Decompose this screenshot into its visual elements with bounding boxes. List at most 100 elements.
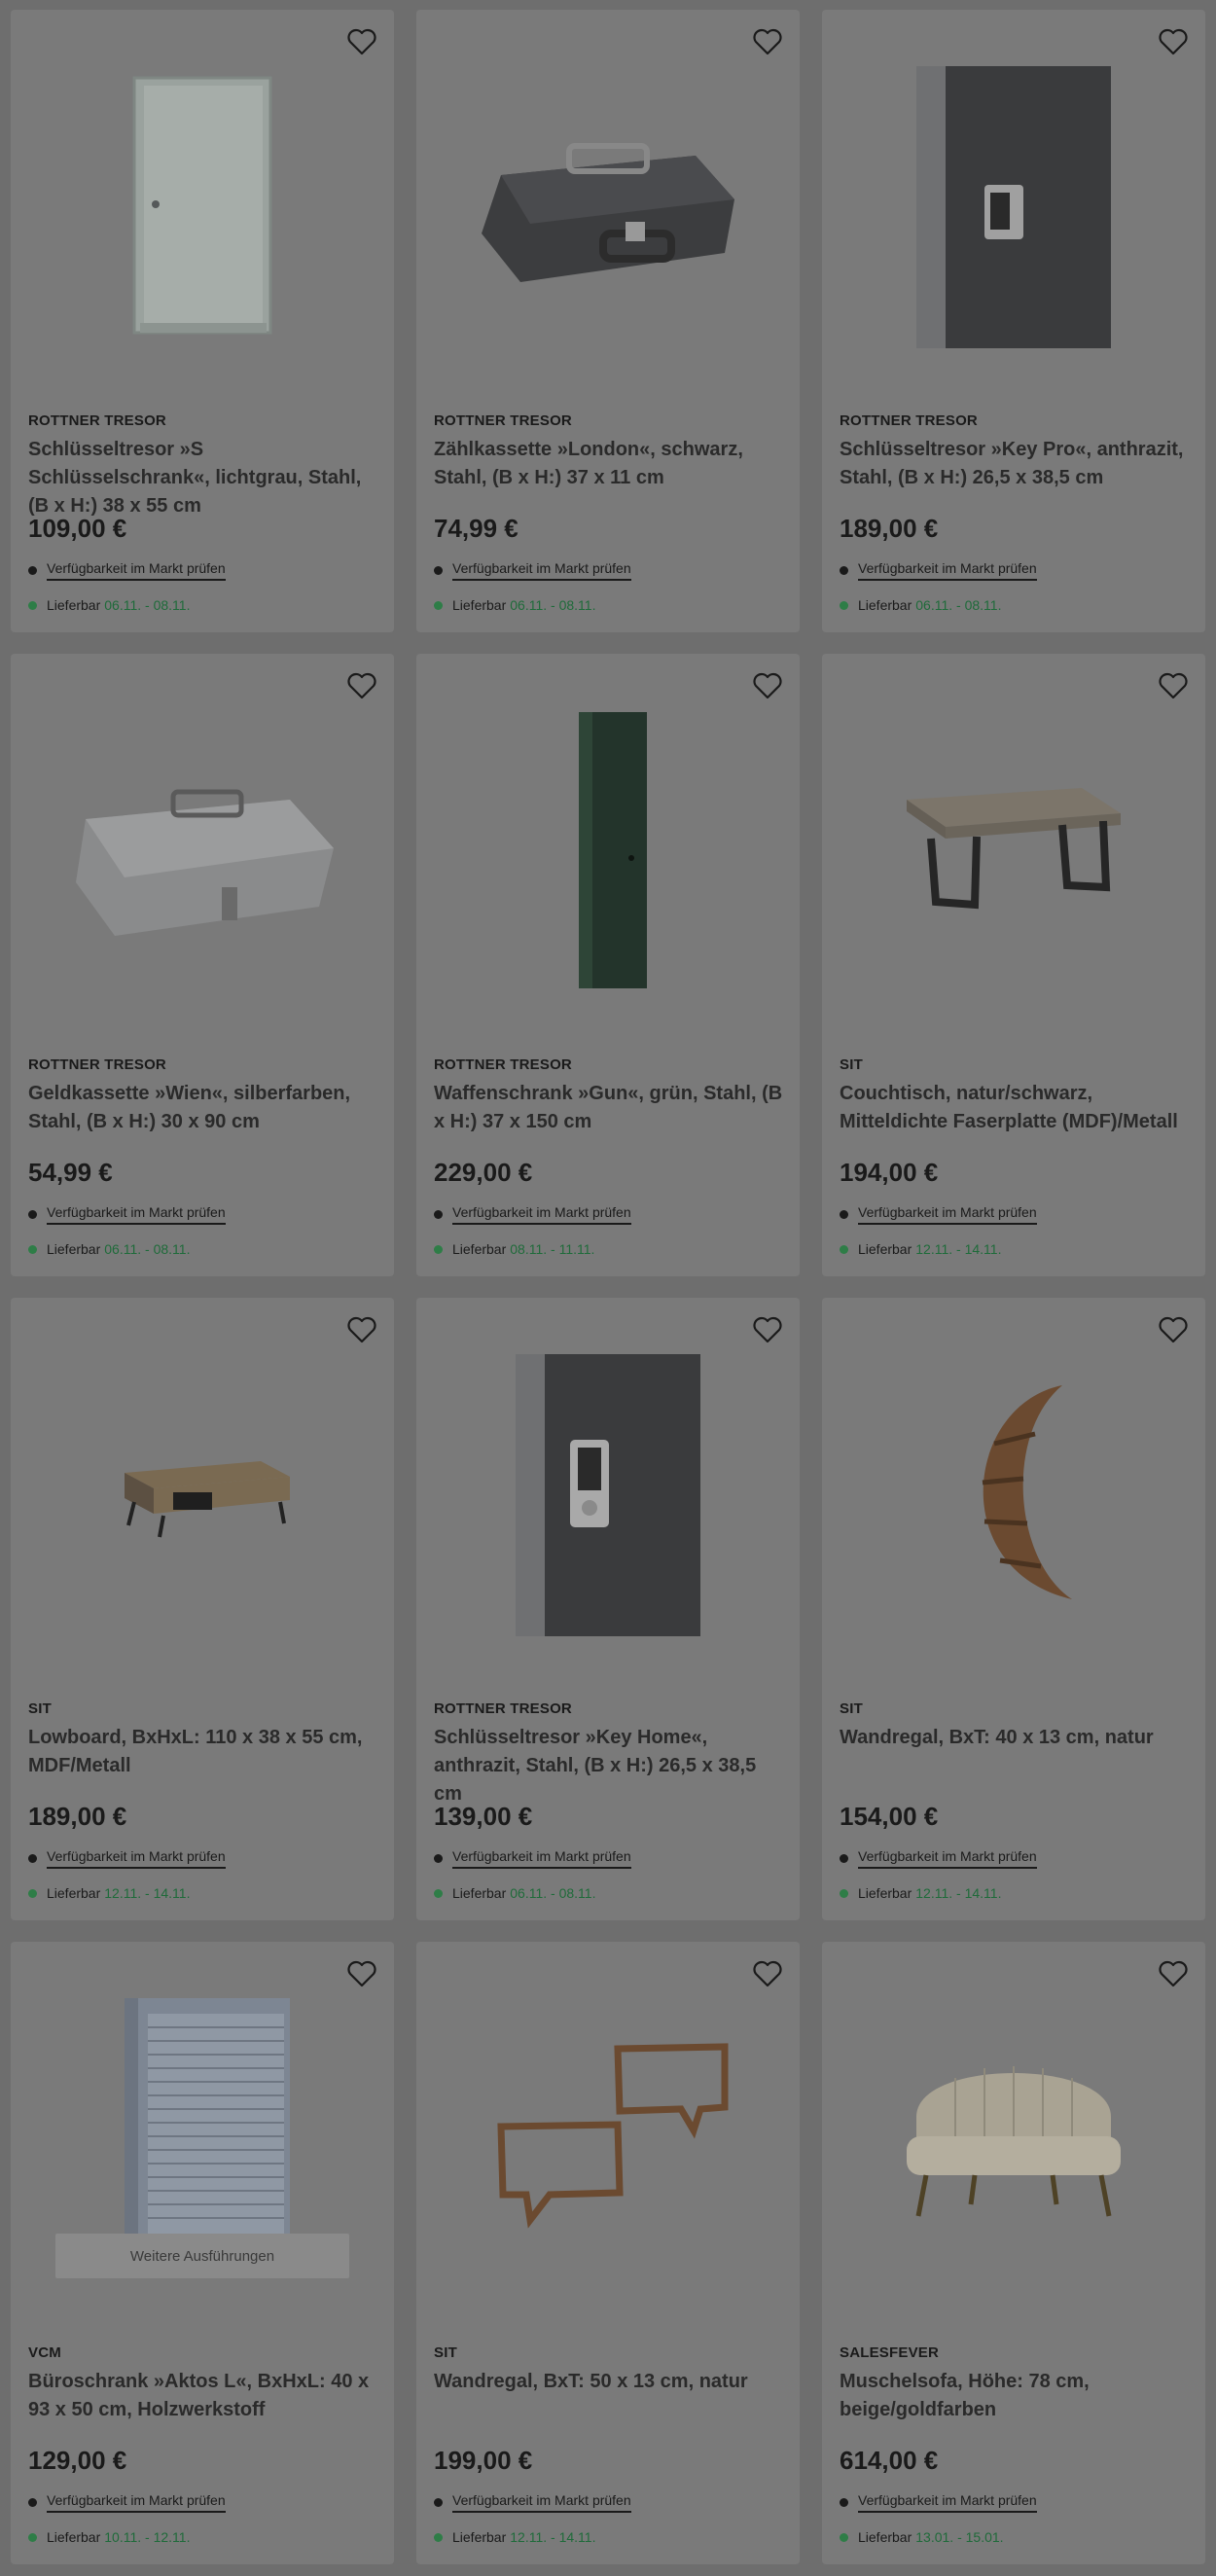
product-image[interactable] xyxy=(416,10,800,399)
delivery-label: Lieferbar xyxy=(47,1241,101,1257)
product-image[interactable] xyxy=(416,654,800,1043)
product-brand: ROTTNER TRESOR xyxy=(434,412,572,429)
product-card[interactable]: ROTTNER TRESOR Schlüsseltresor »Key Pro«… xyxy=(822,10,1205,632)
delivery-info: Lieferbar 08.11. - 11.11. xyxy=(434,1241,594,1257)
availability-link[interactable]: Verfügbarkeit im Markt prüfen xyxy=(47,560,226,581)
product-card[interactable]: SIT Lowboard, BxHxL: 110 x 38 x 55 cm, M… xyxy=(11,1298,394,1920)
product-card[interactable]: ROTTNER TRESOR Schlüsseltresor »Key Home… xyxy=(416,1298,800,1920)
availability-link[interactable]: Verfügbarkeit im Markt prüfen xyxy=(452,1204,631,1225)
bullet-icon xyxy=(434,1210,443,1219)
availability-check[interactable]: Verfügbarkeit im Markt prüfen xyxy=(434,1204,631,1225)
product-image[interactable] xyxy=(11,1298,394,1687)
product-card[interactable]: SALESFEVER Muschelsofa, Höhe: 78 cm, bei… xyxy=(822,1942,1205,2564)
delivery-status-icon xyxy=(28,600,37,610)
product-price: 139,00 € xyxy=(434,1802,533,1831)
delivery-label: Lieferbar xyxy=(452,597,507,613)
product-brand: ROTTNER TRESOR xyxy=(434,1056,572,1073)
product-image[interactable] xyxy=(11,654,394,1043)
product-title[interactable]: Geldkassette »Wien«, silberfarben, Stahl… xyxy=(28,1080,378,1136)
availability-link[interactable]: Verfügbarkeit im Markt prüfen xyxy=(858,1848,1037,1869)
availability-check[interactable]: Verfügbarkeit im Markt prüfen xyxy=(28,560,226,581)
product-image[interactable] xyxy=(416,1942,800,2331)
product-title[interactable]: Waffenschrank »Gun«, grün, Stahl, (B x H… xyxy=(434,1080,784,1136)
favorite-heart-icon[interactable] xyxy=(345,1313,378,1346)
product-image[interactable] xyxy=(416,1298,800,1687)
availability-check[interactable]: Verfügbarkeit im Markt prüfen xyxy=(28,1848,226,1869)
favorite-heart-icon[interactable] xyxy=(345,25,378,58)
delivery-status-icon xyxy=(434,2532,443,2542)
favorite-heart-icon[interactable] xyxy=(751,1313,784,1346)
more-variants-button[interactable]: Weitere Ausführungen xyxy=(55,2234,349,2278)
product-card[interactable]: ROTTNER TRESOR Schlüsseltresor »S Schlüs… xyxy=(11,10,394,632)
delivery-label: Lieferbar xyxy=(452,2529,507,2545)
availability-check[interactable]: Verfügbarkeit im Markt prüfen xyxy=(840,560,1037,581)
product-image[interactable] xyxy=(822,1298,1205,1687)
product-title[interactable]: Zählkassette »London«, schwarz, Stahl, (… xyxy=(434,436,784,492)
bullet-icon xyxy=(28,566,37,575)
product-card[interactable]: ROTTNER TRESOR Geldkassette »Wien«, silb… xyxy=(11,654,394,1276)
availability-link[interactable]: Verfügbarkeit im Markt prüfen xyxy=(858,2492,1037,2513)
product-image[interactable] xyxy=(822,10,1205,399)
favorite-heart-icon[interactable] xyxy=(1157,1313,1190,1346)
availability-check[interactable]: Verfügbarkeit im Markt prüfen xyxy=(840,2492,1037,2513)
availability-check[interactable]: Verfügbarkeit im Markt prüfen xyxy=(840,1204,1037,1225)
product-card[interactable]: SIT Wandregal, BxT: 50 x 13 cm, natur 19… xyxy=(416,1942,800,2564)
delivery-info: Lieferbar 12.11. - 14.11. xyxy=(28,1885,190,1901)
availability-check[interactable]: Verfügbarkeit im Markt prüfen xyxy=(840,1848,1037,1869)
product-price: 109,00 € xyxy=(28,514,127,543)
delivery-date: 06.11. - 08.11. xyxy=(104,1241,191,1257)
favorite-heart-icon[interactable] xyxy=(345,1957,378,1990)
product-title[interactable]: Büroschrank »Aktos L«, BxHxL: 40 x 93 x … xyxy=(28,2368,378,2424)
product-image[interactable] xyxy=(822,654,1205,1043)
delivery-status-icon xyxy=(434,1888,443,1898)
product-price: 189,00 € xyxy=(28,1802,127,1831)
product-card[interactable]: Weitere Ausführungen VCM Büroschrank »Ak… xyxy=(11,1942,394,2564)
availability-link[interactable]: Verfügbarkeit im Markt prüfen xyxy=(858,1204,1037,1225)
availability-check[interactable]: Verfügbarkeit im Markt prüfen xyxy=(434,1848,631,1869)
delivery-label: Lieferbar xyxy=(858,2529,912,2545)
product-card[interactable]: ROTTNER TRESOR Waffenschrank »Gun«, grün… xyxy=(416,654,800,1276)
product-price: 74,99 € xyxy=(434,514,519,543)
bullet-icon xyxy=(28,1210,37,1219)
key-safe-icon xyxy=(516,1354,700,1636)
availability-link[interactable]: Verfügbarkeit im Markt prüfen xyxy=(452,1848,631,1869)
favorite-heart-icon[interactable] xyxy=(345,669,378,702)
product-title[interactable]: Schlüsseltresor »Key Home«, anthrazit, S… xyxy=(434,1724,784,1808)
product-title[interactable]: Schlüsseltresor »S Schlüsselschrank«, li… xyxy=(28,436,378,520)
product-title[interactable]: Wandregal, BxT: 50 x 13 cm, natur xyxy=(434,2368,784,2396)
availability-check[interactable]: Verfügbarkeit im Markt prüfen xyxy=(434,2492,631,2513)
product-card[interactable]: SIT Wandregal, BxT: 40 x 13 cm, natur 15… xyxy=(822,1298,1205,1920)
product-image[interactable] xyxy=(822,1942,1205,2331)
favorite-heart-icon[interactable] xyxy=(751,669,784,702)
product-title[interactable]: Muschelsofa, Höhe: 78 cm, beige/goldfarb… xyxy=(840,2368,1190,2424)
product-card[interactable]: ROTTNER TRESOR Zählkassette »London«, sc… xyxy=(416,10,800,632)
product-card[interactable]: SIT Couchtisch, natur/schwarz, Mitteldic… xyxy=(822,654,1205,1276)
product-title[interactable]: Couchtisch, natur/schwarz, Mitteldichte … xyxy=(840,1080,1190,1136)
product-brand: SIT xyxy=(840,1056,863,1073)
favorite-heart-icon[interactable] xyxy=(1157,25,1190,58)
moon-shelf-icon xyxy=(982,1385,1072,1599)
favorite-heart-icon[interactable] xyxy=(1157,1957,1190,1990)
availability-link[interactable]: Verfügbarkeit im Markt prüfen xyxy=(858,560,1037,581)
product-title[interactable]: Wandregal, BxT: 40 x 13 cm, natur xyxy=(840,1724,1190,1752)
availability-check[interactable]: Verfügbarkeit im Markt prüfen xyxy=(434,560,631,581)
availability-link[interactable]: Verfügbarkeit im Markt prüfen xyxy=(452,2492,631,2513)
cash-box-icon xyxy=(76,789,334,936)
availability-link[interactable]: Verfügbarkeit im Markt prüfen xyxy=(47,1848,226,1869)
favorite-heart-icon[interactable] xyxy=(1157,669,1190,702)
product-title[interactable]: Lowboard, BxHxL: 110 x 38 x 55 cm, MDF/M… xyxy=(28,1724,378,1780)
product-brand: SALESFEVER xyxy=(840,2344,940,2361)
delivery-date: 06.11. - 08.11. xyxy=(510,597,596,613)
product-image[interactable] xyxy=(11,10,394,399)
availability-link[interactable]: Verfügbarkeit im Markt prüfen xyxy=(47,2492,226,2513)
bullet-icon xyxy=(840,566,848,575)
product-title[interactable]: Schlüsseltresor »Key Pro«, anthrazit, St… xyxy=(840,436,1190,492)
delivery-status-icon xyxy=(28,1888,37,1898)
availability-check[interactable]: Verfügbarkeit im Markt prüfen xyxy=(28,2492,226,2513)
availability-link[interactable]: Verfügbarkeit im Markt prüfen xyxy=(47,1204,226,1225)
favorite-heart-icon[interactable] xyxy=(751,1957,784,1990)
favorite-heart-icon[interactable] xyxy=(751,25,784,58)
delivery-date: 06.11. - 08.11. xyxy=(510,1885,596,1901)
availability-link[interactable]: Verfügbarkeit im Markt prüfen xyxy=(452,560,631,581)
availability-check[interactable]: Verfügbarkeit im Markt prüfen xyxy=(28,1204,226,1225)
